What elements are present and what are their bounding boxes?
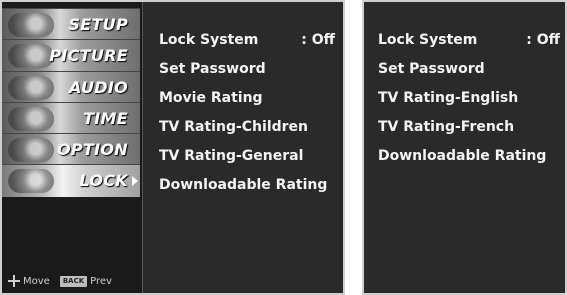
menu-item-lock-system[interactable]: Lock System : Off [378,26,564,55]
navigation-hints: Move BACK Prev [8,274,112,288]
menu-item-set-password[interactable]: Set Password [159,55,339,84]
lock-submenu-list: Lock System : Off Set Password TV Rating… [378,26,564,171]
option-icon [8,138,54,162]
menu-item-label: TV Rating-Children [159,119,309,135]
tab-label: OPTION [57,140,128,159]
menu-item-label: Downloadable Rating [159,177,328,193]
selected-arrow-icon [132,176,138,186]
menu-item-label: TV Rating-English [378,90,519,106]
tab-label: AUDIO [69,78,128,97]
lock-menu-screen-right: Lock System : Off Set Password TV Rating… [362,0,567,295]
menu-item-label: Lock System [159,32,259,48]
menu-item-tv-rating-children[interactable]: TV Rating-Children [159,113,339,142]
menu-item-tv-rating-general[interactable]: TV Rating-General [159,142,339,171]
lock-menu-screen-left: SETUP PICTURE AUDIO TIME OPTION LOCK Mov… [0,0,345,295]
main-menu-strip: SETUP PICTURE AUDIO TIME OPTION LOCK Mov… [2,2,143,293]
tab-audio[interactable]: AUDIO [2,71,140,104]
tab-label: PICTURE [49,46,128,65]
menu-item-label: Movie Rating [159,90,263,106]
move-hint-label: Move [23,275,50,287]
lock-submenu-list: Lock System : Off Set Password Movie Rat… [159,26,339,200]
menu-item-label: Lock System [378,32,478,48]
menu-item-movie-rating[interactable]: Movie Rating [159,84,339,113]
clock-icon [8,107,54,131]
menu-item-label: TV Rating-General [159,148,304,164]
tab-lock[interactable]: LOCK [2,164,140,197]
lock-system-value: : Off [526,32,560,48]
menu-item-label: Set Password [159,61,266,77]
tab-time[interactable]: TIME [2,102,140,135]
tab-picture[interactable]: PICTURE [2,39,140,72]
move-icon [8,275,20,287]
back-key-icon: BACK [59,275,88,287]
tab-label: TIME [83,109,128,128]
lock-system-value: : Off [301,32,335,48]
menu-item-label: Set Password [378,61,485,77]
picture-icon [8,44,54,68]
menu-item-label: TV Rating-French [378,119,515,135]
tab-label: LOCK [79,171,128,190]
menu-item-label: Downloadable Rating [378,148,547,164]
tab-label: SETUP [68,15,128,34]
menu-item-lock-system[interactable]: Lock System : Off [159,26,339,55]
menu-item-tv-rating-english[interactable]: TV Rating-English [378,84,564,113]
lock-icon [8,169,54,193]
menu-item-downloadable-rating[interactable]: Downloadable Rating [159,171,339,200]
menu-item-downloadable-rating[interactable]: Downloadable Rating [378,142,564,171]
prev-hint-label: Prev [90,275,112,287]
speaker-icon [8,76,54,100]
tab-setup[interactable]: SETUP [2,8,140,41]
satellite-dish-icon [8,13,54,37]
menu-item-tv-rating-french[interactable]: TV Rating-French [378,113,564,142]
menu-item-set-password[interactable]: Set Password [378,55,564,84]
tab-option[interactable]: OPTION [2,133,140,166]
